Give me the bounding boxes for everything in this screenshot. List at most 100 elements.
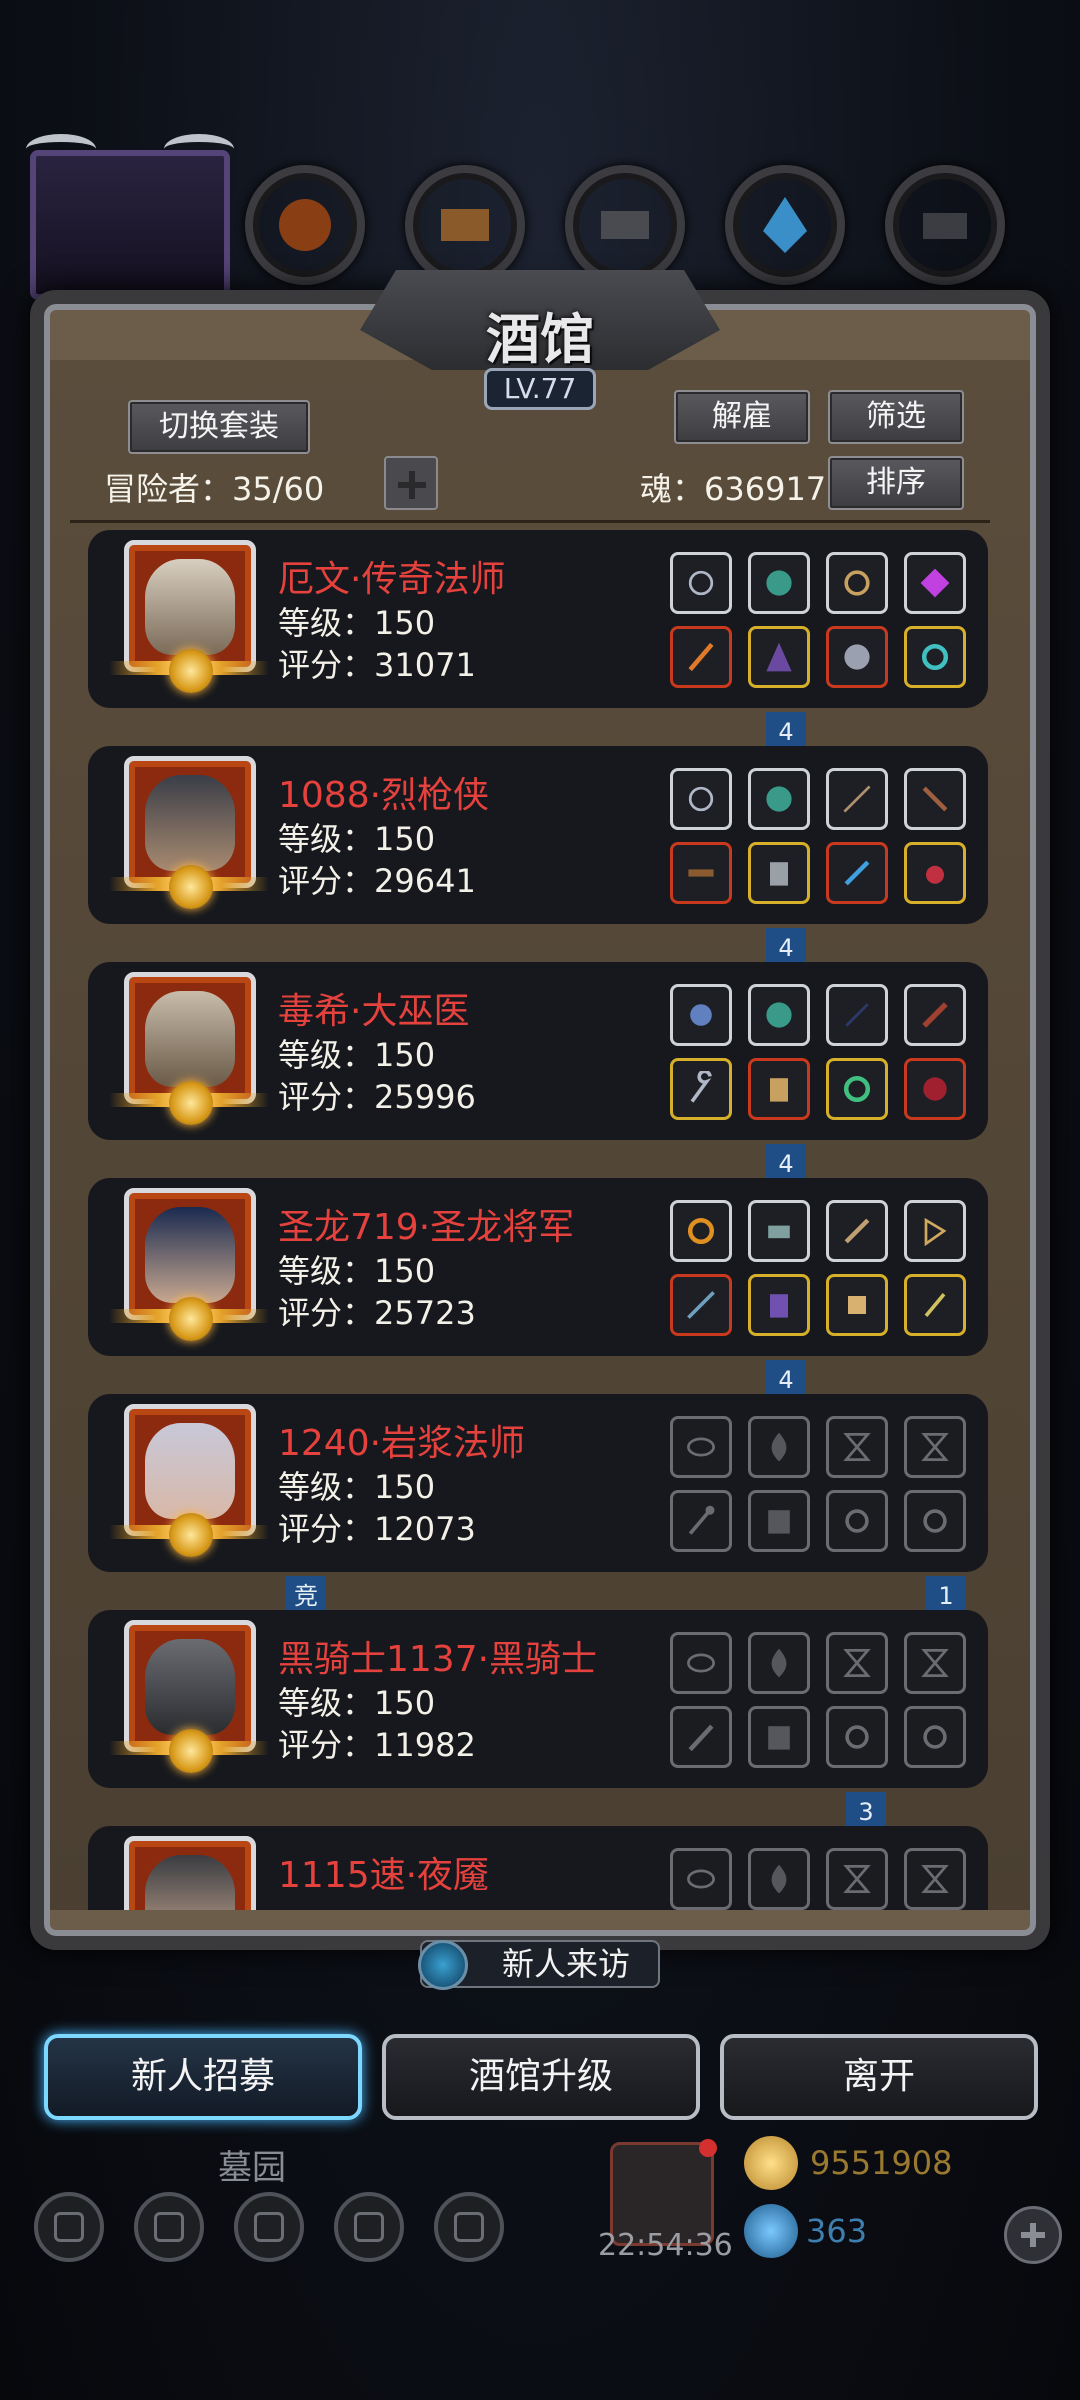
empty-cloak-slot-icon[interactable] xyxy=(748,1632,810,1694)
robe-icon[interactable] xyxy=(748,626,810,688)
tavern-upgrade-button[interactable]: 酒馆升级 xyxy=(382,2034,700,2120)
empty-armor-slot-icon[interactable] xyxy=(748,1706,810,1768)
gem-icon xyxy=(744,2204,798,2258)
gauntlet-icon xyxy=(279,199,331,251)
empty-sword-slot-icon[interactable] xyxy=(670,1706,732,1768)
dragon-helm-icon[interactable] xyxy=(826,626,888,688)
empty-hourglass-slot-icon[interactable] xyxy=(826,1632,888,1694)
equipment-slot-ring[interactable] xyxy=(245,165,365,285)
empty-ring-slot-icon[interactable] xyxy=(904,1706,966,1768)
harp-icon[interactable] xyxy=(904,1200,966,1262)
ring-icon[interactable] xyxy=(904,626,966,688)
scroll-icon[interactable] xyxy=(826,1274,888,1336)
adventurer-card[interactable]: 1088·烈枪侠 等级：150 评分：29641 xyxy=(88,746,988,924)
empty-staff-slot-icon[interactable] xyxy=(670,1490,732,1552)
adventurer-name: 毒希·大巫医 xyxy=(278,991,470,1032)
soul-count: 魂：636917 xyxy=(640,470,827,508)
gate-icon[interactable] xyxy=(234,2192,304,2262)
empty-armor-slot-icon[interactable] xyxy=(748,1490,810,1552)
cloak-icon[interactable] xyxy=(748,768,810,830)
cloak-icon[interactable] xyxy=(748,984,810,1046)
shield-icon[interactable] xyxy=(434,2192,504,2262)
crossbow-icon[interactable] xyxy=(904,768,966,830)
adventurer-card[interactable]: 1240·岩浆法师 等级：150 评分：12073 xyxy=(88,1394,988,1572)
add-currency-button[interactable] xyxy=(1004,2206,1062,2264)
avatar xyxy=(109,1188,269,1341)
chain-icon[interactable] xyxy=(670,984,732,1046)
hero-portrait[interactable] xyxy=(26,134,234,300)
staff-icon[interactable] xyxy=(670,626,732,688)
tavern-level-badge: LV.77 xyxy=(484,368,596,410)
adventurer-card[interactable]: 厄文·传奇法师 等级：150 评分：31071 xyxy=(88,530,988,708)
sort-button[interactable]: 排序 xyxy=(828,456,964,510)
recruit-button[interactable]: 新人招募 xyxy=(44,2034,362,2120)
rope-icon[interactable] xyxy=(826,552,888,614)
adventurer-card[interactable]: 圣龙719·圣龙将军 等级：150 评分：25723 xyxy=(88,1178,988,1356)
empty-necklace-slot-icon[interactable] xyxy=(670,1848,732,1910)
empty-ring-slot-icon[interactable] xyxy=(904,1490,966,1552)
empty-hourglass-slot-icon[interactable] xyxy=(904,1848,966,1910)
empty-hourglass-slot-icon[interactable] xyxy=(826,1848,888,1910)
empty-necklace-slot-icon[interactable] xyxy=(670,1632,732,1694)
wood-icon xyxy=(441,209,489,241)
equipment-slot-ring[interactable] xyxy=(565,165,685,285)
empty-hourglass-slot-icon[interactable] xyxy=(904,1416,966,1478)
gift-timer: 22:54:36 xyxy=(598,2228,733,2263)
divider xyxy=(70,520,990,523)
empty-cloak-slot-icon[interactable] xyxy=(748,1416,810,1478)
mail-icon[interactable] xyxy=(334,2192,404,2262)
necklace-icon[interactable] xyxy=(670,768,732,830)
equipment-slot-ring[interactable] xyxy=(885,165,1005,285)
switch-outfit-button[interactable]: 切换套装 xyxy=(128,400,310,454)
empty-hourglass-slot-icon[interactable] xyxy=(826,1416,888,1478)
badge-icon[interactable] xyxy=(134,2192,204,2262)
leave-button[interactable]: 离开 xyxy=(720,2034,1038,2120)
avatar xyxy=(109,1404,269,1557)
wing-right-ornament xyxy=(164,134,234,164)
empty-cloak-slot-icon[interactable] xyxy=(748,1848,810,1910)
necklace-icon[interactable] xyxy=(670,552,732,614)
filter-button[interactable]: 筛选 xyxy=(828,390,964,444)
demon-mask-icon[interactable] xyxy=(904,1058,966,1120)
amulet-icon[interactable] xyxy=(904,842,966,904)
gem-ring-icon[interactable] xyxy=(826,1058,888,1120)
empty-hourglass-slot-icon[interactable] xyxy=(904,1632,966,1694)
cemetery-label: 墓园 xyxy=(218,2148,286,2188)
avatar xyxy=(109,1620,269,1773)
gauntlet-icon[interactable] xyxy=(748,1200,810,1262)
dagger-icon[interactable] xyxy=(904,1274,966,1336)
hook-staff-icon[interactable] xyxy=(670,1058,732,1120)
equipment-slot-ring[interactable] xyxy=(405,165,525,285)
empty-ring-slot-icon[interactable] xyxy=(826,1490,888,1552)
empty-ring-slot-icon[interactable] xyxy=(826,1706,888,1768)
adventurer-card[interactable]: 黑骑士1137·黑骑士 等级：150 评分：11982 xyxy=(88,1610,988,1788)
gem-icon[interactable] xyxy=(904,552,966,614)
adventurer-list[interactable]: 厄文·传奇法师 等级：150 评分：31071 4 1088·烈枪侠 等级：15… xyxy=(80,530,990,1910)
settings-icon[interactable] xyxy=(34,2192,104,2262)
adventurer-card[interactable]: 1115速·夜魇 xyxy=(88,1826,988,1910)
armor-icon[interactable] xyxy=(748,842,810,904)
wand-icon[interactable] xyxy=(826,984,888,1046)
feather-icon[interactable] xyxy=(904,984,966,1046)
blade-icon[interactable] xyxy=(826,842,888,904)
adventurer-card[interactable]: 毒希·大巫医 等级：150 评分：25996 xyxy=(88,962,988,1140)
whip-icon[interactable] xyxy=(826,768,888,830)
fire-ring-icon[interactable] xyxy=(670,1200,732,1262)
gold-amount: 9551908 xyxy=(810,2144,953,2182)
equipment-slot-ring[interactable] xyxy=(725,165,845,285)
adventurer-score: 评分：29641 xyxy=(278,862,476,900)
add-capacity-button[interactable] xyxy=(384,456,438,510)
adventurer-level: 等级：150 xyxy=(278,1468,436,1506)
sword-icon[interactable] xyxy=(826,1200,888,1262)
avatar xyxy=(109,540,269,693)
plate-armor-icon[interactable] xyxy=(748,1274,810,1336)
adventurer-score: 评分：25723 xyxy=(278,1294,476,1332)
gold-coin-icon xyxy=(744,2136,798,2190)
dismiss-button[interactable]: 解雇 xyxy=(674,390,810,444)
cloak-icon[interactable] xyxy=(748,552,810,614)
spear-icon[interactable] xyxy=(670,1274,732,1336)
empty-necklace-slot-icon[interactable] xyxy=(670,1416,732,1478)
iron-ingot-icon xyxy=(601,211,649,239)
chestplate-icon[interactable] xyxy=(748,1058,810,1120)
pistol-icon[interactable] xyxy=(670,842,732,904)
